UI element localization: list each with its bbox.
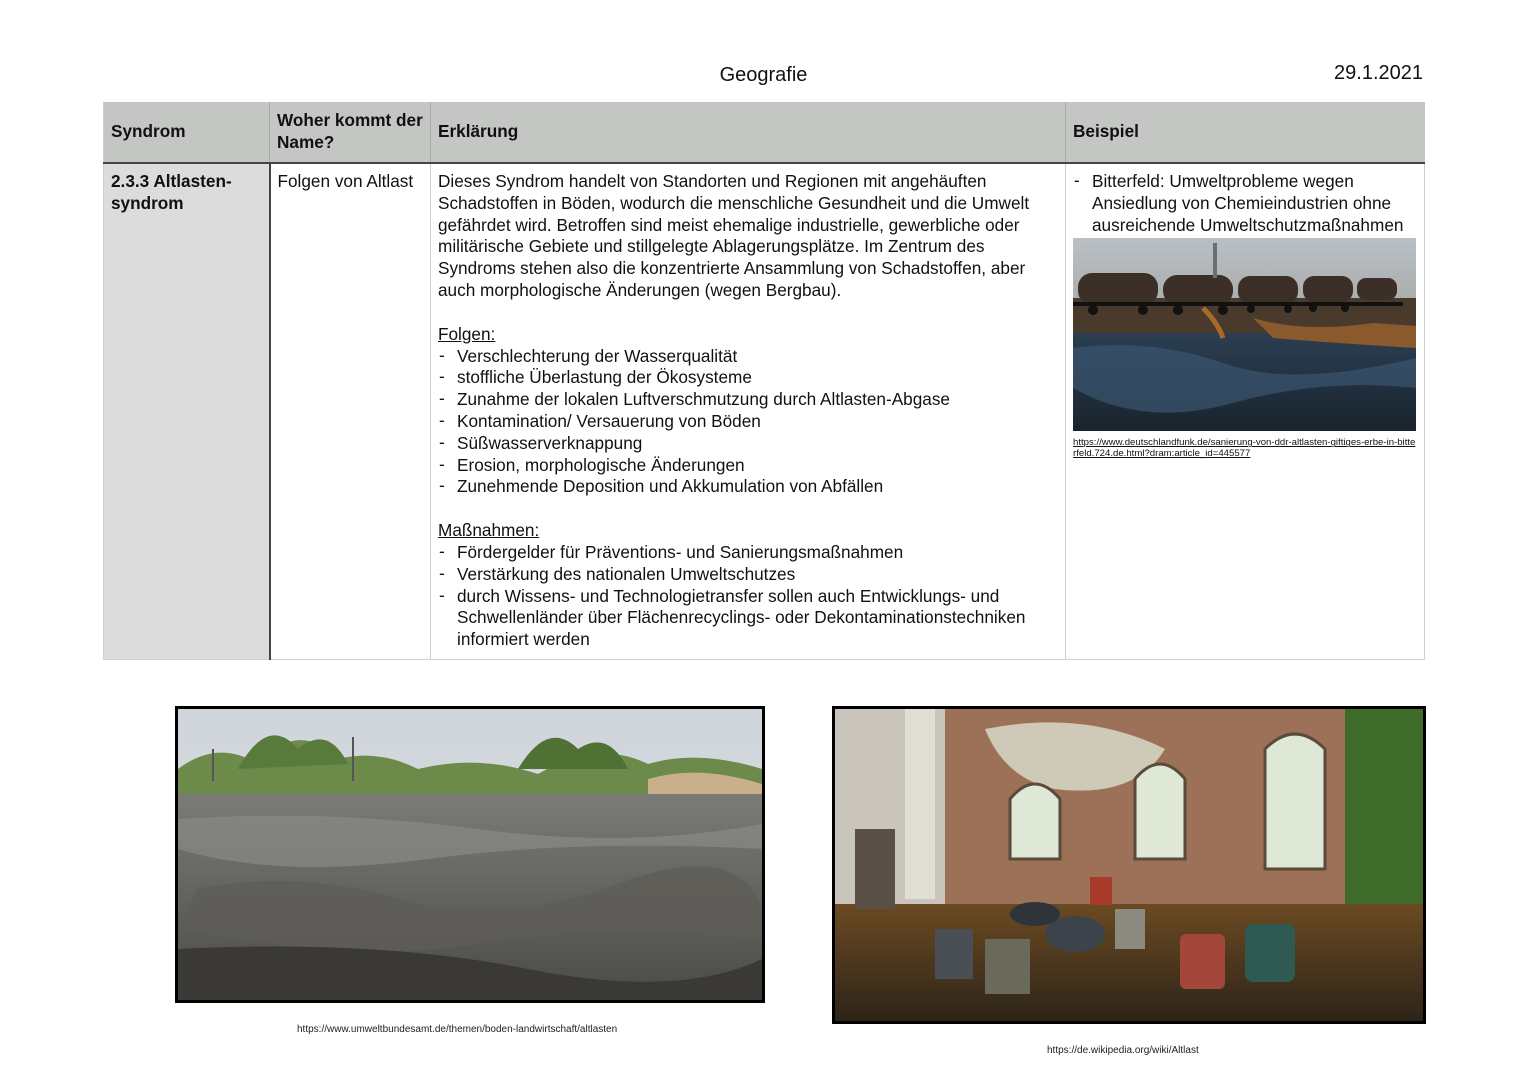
header-origin: Woher kommt der Name? (269, 102, 431, 164)
bitterfeld-train-photo (1073, 238, 1416, 432)
abandoned-factory-photo (832, 706, 1426, 1024)
list-item: Zunehmende Deposition und Akkumulation v… (438, 475, 1058, 498)
example-source-link[interactable]: https://www.deutschlandfunk.de/sanierung… (1073, 437, 1417, 459)
explanation-text: Dieses Syndrom handelt von Standorten un… (438, 171, 1030, 300)
folgen-list: Verschlechterung der Wasserqualität stof… (438, 345, 1058, 499)
origin-cell: Folgen von Altlast (269, 163, 431, 660)
list-item: Erosion, morphologische Änderungen (438, 454, 1058, 477)
example-list: Bitterfeld: Umweltprobleme wegen Ansiedl… (1073, 170, 1417, 236)
list-item: Süßwasserverknappung (438, 432, 1058, 455)
syndrome-label: 2.3.3 Altlasten-syndrom (111, 171, 232, 213)
explanation-cell: Dieses Syndrom handelt von Standorten un… (430, 163, 1066, 660)
example-cell: Bitterfeld: Umweltprobleme wegen Ansiedl… (1065, 163, 1425, 660)
list-item: stoffliche Überlastung der Ökosysteme (438, 366, 1058, 389)
page-subject: Geografie (719, 64, 808, 86)
table-header-row: Syndrom Woher kommt der Name? Erklärung … (103, 102, 1425, 164)
header-example: Beispiel (1065, 102, 1425, 164)
left-photo-source[interactable]: https://www.umweltbundesamt.de/themen/bo… (297, 1024, 617, 1035)
syndrome-table: Syndrom Woher kommt der Name? Erklärung … (103, 102, 1425, 660)
example-text: Bitterfeld: Umweltprobleme wegen Ansiedl… (1073, 170, 1417, 236)
list-item: Fördergelder für Präventions- und Sanier… (438, 541, 1058, 564)
list-item: Zunahme der lokalen Luftverschmutzung du… (438, 388, 1058, 411)
list-item: durch Wissens- und Technologietransfer s… (438, 585, 1058, 651)
folgen-heading: Folgen: (438, 323, 496, 344)
page-date: 29.1.2021 (1334, 62, 1423, 84)
massnahmen-heading: Maßnahmen: (438, 520, 540, 541)
header-explanation: Erklärung (430, 102, 1066, 164)
list-item: Verstärkung des nationalen Umweltschutze… (438, 563, 1058, 586)
list-item: Kontamination/ Versauerung von Böden (438, 410, 1058, 433)
list-item: Verschlechterung der Wasserqualität (438, 345, 1058, 368)
massnahmen-list: Fördergelder für Präventions- und Sanier… (438, 541, 1058, 651)
table-row: 2.3.3 Altlasten-syndrom Folgen von Altla… (103, 163, 1425, 660)
altlasten-site-photo (175, 706, 765, 1003)
origin-text: Folgen von Altlast (277, 171, 414, 191)
syndrome-name: 2.3.3 Altlasten-syndrom (103, 163, 271, 660)
right-photo-source[interactable]: https://de.wikipedia.org/wiki/Altlast (1047, 1045, 1199, 1056)
header-syndrom: Syndrom (103, 102, 270, 164)
